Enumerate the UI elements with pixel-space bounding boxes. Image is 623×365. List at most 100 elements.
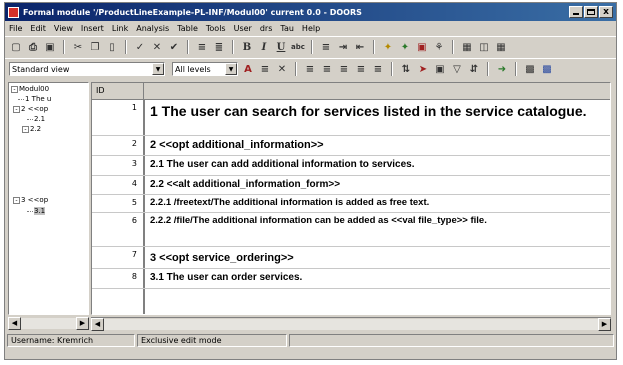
strikethrough-icon[interactable]: abc — [291, 40, 305, 54]
collapse-icon[interactable]: - — [13, 196, 20, 204]
grid-icon[interactable]: ▦ — [494, 40, 508, 54]
row-text[interactable]: 2 <<opt additional_information>> — [144, 136, 610, 155]
tree-horizontal-scrollbar[interactable]: ◀ ▶ — [8, 317, 89, 331]
tree-node-selected[interactable]: 3.1 — [27, 207, 46, 215]
align-center-icon[interactable]: ≡ — [320, 62, 334, 76]
tree-node[interactable]: - 2.2 — [22, 125, 41, 133]
scroll-track[interactable] — [21, 318, 76, 329]
row-text[interactable]: 2.1 The user can add additional informat… — [144, 156, 610, 175]
collapse-icon[interactable]: - — [22, 125, 29, 133]
table-row[interactable]: 5 2.2.1 /freetext/The additional informa… — [92, 195, 610, 213]
menu-tau[interactable]: Tau — [276, 24, 298, 33]
table-row[interactable]: 8 3.1 The user can order services. — [92, 269, 610, 289]
column-header-main[interactable] — [144, 83, 610, 99]
menu-help[interactable]: Help — [298, 24, 324, 33]
report-icon[interactable]: ▩ — [540, 62, 554, 76]
bullets-icon[interactable]: ≡ — [319, 40, 333, 54]
cut-icon[interactable]: ✂ — [71, 40, 85, 54]
outdent-icon[interactable]: ⇤ — [353, 40, 367, 54]
menu-tools[interactable]: Tools — [202, 24, 230, 33]
align-left-icon[interactable]: ≡ — [303, 62, 317, 76]
scroll-right-icon[interactable]: ▶ — [76, 317, 89, 330]
row-text[interactable]: 2.2 <<alt additional_information_form>> — [144, 176, 610, 194]
menu-edit[interactable]: Edit — [26, 24, 50, 33]
tree-node[interactable]: - 3 <<op — [13, 196, 48, 204]
properties-icon[interactable]: ▣ — [43, 40, 57, 54]
row-text[interactable]: 1 The user can search for services liste… — [144, 100, 610, 135]
minimize-button[interactable] — [569, 6, 583, 18]
table-icon[interactable]: ▦ — [460, 40, 474, 54]
scroll-right-icon[interactable]: ▶ — [598, 318, 611, 331]
link-start-icon[interactable]: ✦ — [381, 40, 395, 54]
tree-node[interactable]: 1 The u — [18, 95, 51, 103]
menu-drs[interactable]: drs — [256, 24, 277, 33]
table-row[interactable]: 3 2.1 The user can add additional inform… — [92, 156, 610, 176]
column-header-id[interactable]: ID — [92, 83, 144, 99]
scroll-left-icon[interactable]: ◀ — [91, 318, 104, 331]
table-row[interactable]: 1 1 The user can search for services lis… — [92, 100, 610, 136]
align-right-icon[interactable]: ≡ — [337, 62, 351, 76]
maximize-button[interactable] — [584, 6, 598, 18]
baseline-icon[interactable]: ▣ — [433, 62, 447, 76]
filter-icon[interactable]: ▽ — [450, 62, 464, 76]
tree-node-root[interactable]: - Modul00 — [11, 85, 49, 93]
column-icon[interactable]: ◫ — [477, 40, 491, 54]
clear-format-icon[interactable]: ✕ — [275, 62, 289, 76]
tree-node[interactable]: - 2 <<op — [13, 105, 48, 113]
print-icon[interactable]: ⎙ — [26, 40, 40, 54]
menu-file[interactable]: File — [5, 24, 26, 33]
bold-icon[interactable]: B — [240, 40, 254, 54]
menu-view[interactable]: View — [50, 24, 77, 33]
collapse-icon[interactable]: - — [13, 105, 20, 113]
level-select[interactable]: All levels ▼ — [172, 62, 238, 76]
heading-icon[interactable]: A — [241, 62, 255, 76]
menu-analysis[interactable]: Analysis — [132, 24, 173, 33]
table-row-empty[interactable] — [92, 289, 610, 314]
delete-icon[interactable]: ✕ — [150, 40, 164, 54]
chevron-down-icon[interactable]: ▼ — [152, 63, 164, 75]
follow-link-icon[interactable]: ➜ — [495, 62, 509, 76]
accept-icon[interactable]: ✔ — [167, 40, 181, 54]
chart-icon[interactable]: ▩ — [523, 62, 537, 76]
copy-icon[interactable]: ❐ — [88, 40, 102, 54]
grid-horizontal-scrollbar[interactable]: ◀ ▶ — [91, 317, 611, 331]
explorer-tree[interactable]: - Modul00 1 The u - 2 <<op 2.1 - 2.2 - 3… — [8, 82, 89, 315]
link-arrow-icon[interactable]: ➤ — [416, 62, 430, 76]
close-button[interactable]: x — [599, 6, 613, 18]
row-text-empty[interactable] — [144, 289, 610, 314]
table-row[interactable]: 7 3 <<opt service_ordering>> — [92, 247, 610, 269]
requirements-grid[interactable]: ID 1 1 The user can search for services … — [91, 82, 611, 315]
paste-icon[interactable]: ▯ — [105, 40, 119, 54]
row-text[interactable]: 2.2.1 /freetext/The additional informati… — [144, 195, 610, 212]
insert-object-icon[interactable]: ≡ — [195, 40, 209, 54]
row-text[interactable]: 2.2.2 /file/The additional information c… — [144, 213, 610, 246]
menu-link[interactable]: Link — [108, 24, 132, 33]
link-module-icon[interactable]: ⚘ — [432, 40, 446, 54]
row-text[interactable]: 3 <<opt service_ordering>> — [144, 247, 610, 268]
view-select[interactable]: Standard view ▼ — [9, 62, 165, 76]
align-full-icon[interactable]: ≡ — [371, 62, 385, 76]
align-justify-icon[interactable]: ≡ — [354, 62, 368, 76]
chevron-down-icon[interactable]: ▼ — [225, 63, 237, 75]
table-row[interactable]: 4 2.2 <<alt additional_information_form>… — [92, 176, 610, 195]
spellcheck-icon[interactable]: ✓ — [133, 40, 147, 54]
menu-insert[interactable]: Insert — [77, 24, 108, 33]
row-text[interactable]: 3.1 The user can order services. — [144, 269, 610, 288]
menu-user[interactable]: User — [230, 24, 256, 33]
save-icon[interactable]: ▢ — [9, 40, 23, 54]
link-manage-icon[interactable]: ▣ — [415, 40, 429, 54]
table-row[interactable]: 6 2.2.2 /file/The additional information… — [92, 213, 610, 247]
text-icon[interactable]: ≡ — [258, 62, 272, 76]
tree-node[interactable]: 2.1 — [27, 115, 45, 123]
link-end-icon[interactable]: ✦ — [398, 40, 412, 54]
sort-az-icon[interactable]: ⇵ — [467, 62, 481, 76]
collapse-icon[interactable]: - — [11, 85, 18, 93]
underline-icon[interactable]: U — [274, 40, 288, 54]
insert-below-icon[interactable]: ≣ — [212, 40, 226, 54]
indent-icon[interactable]: ⇥ — [336, 40, 350, 54]
sort-icon[interactable]: ⇅ — [399, 62, 413, 76]
scroll-left-icon[interactable]: ◀ — [8, 317, 21, 330]
scroll-track[interactable] — [104, 319, 598, 330]
menu-table[interactable]: Table — [173, 24, 202, 33]
table-row[interactable]: 2 2 <<opt additional_information>> — [92, 136, 610, 156]
